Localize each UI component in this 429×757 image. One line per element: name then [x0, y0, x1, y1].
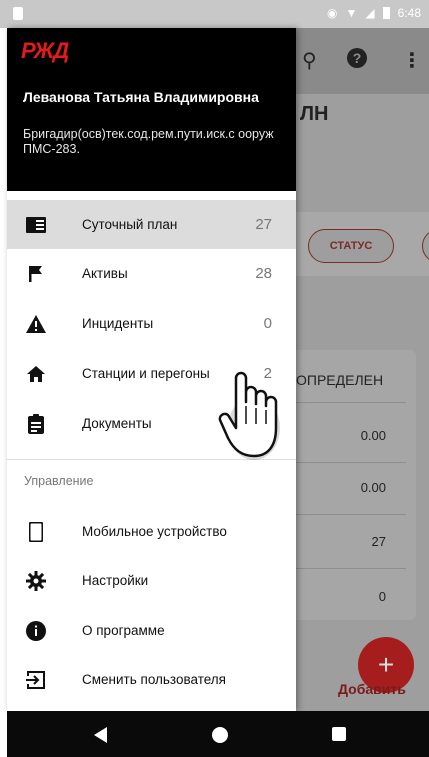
menu-item-assets[interactable]: Активы 28	[7, 249, 296, 298]
menu-item-label: Мобильное устройство	[82, 524, 227, 539]
rzd-logo: РЖД	[21, 38, 69, 63]
menu-item-label: Сменить пользователя	[82, 672, 226, 687]
help-icon[interactable]: ?	[347, 48, 367, 68]
daily-plan-icon	[25, 214, 47, 236]
more-icon[interactable]: ⋮	[402, 48, 422, 73]
menu-item-settings[interactable]: Настройки	[7, 556, 296, 605]
home-button-icon[interactable]	[212, 727, 228, 743]
menu-item-label: Настройки	[82, 573, 149, 588]
card-value: 0.00	[360, 428, 386, 443]
menu-item-mobile-device[interactable]: Мобильное устройство	[7, 507, 296, 556]
menu-item-count: 28	[255, 265, 272, 282]
phone-icon	[25, 521, 47, 543]
recents-icon[interactable]	[332, 727, 346, 741]
search-icon[interactable]: ⚲	[302, 48, 317, 73]
menu-item-count: 0	[263, 315, 272, 332]
wifi-icon: ▼	[345, 6, 358, 20]
signal-icon: ◢	[365, 6, 375, 20]
user-name: Леванова Татьяна Владимировна	[23, 89, 259, 105]
clock: 6:48	[397, 6, 421, 20]
menu-item-label: Документы	[82, 416, 152, 431]
menu-item-about[interactable]: О программе	[7, 606, 296, 655]
back-icon[interactable]	[94, 727, 107, 743]
menu-item-label: Инциденты	[82, 316, 154, 331]
card-value: 27	[371, 534, 386, 549]
location-icon: ◉	[327, 6, 338, 20]
status-bar: ◉ ▼ ◢ 6:48	[0, 0, 429, 28]
gear-icon	[25, 570, 47, 592]
menu-item-label: Станции и перегоны	[82, 366, 210, 381]
status-chip[interactable]: СТАТУС	[308, 229, 394, 263]
add-label[interactable]: Добавить	[338, 681, 406, 697]
switch-user-icon	[25, 669, 47, 691]
menu-item-count: 27	[255, 216, 272, 233]
battery-icon	[382, 7, 390, 19]
menu-item-label: О программе	[82, 623, 165, 638]
section-label: Управление	[24, 474, 94, 488]
info-icon	[25, 620, 47, 642]
menu-item-label: Суточный план	[82, 217, 178, 232]
system-nav-bar	[7, 711, 429, 757]
drawer-header: РЖД Леванова Татьяна Владимировна Бригад…	[7, 28, 296, 191]
menu-item-switch-user[interactable]: Сменить пользователя	[7, 655, 296, 704]
home-icon	[25, 363, 47, 385]
user-role: Бригадир(осв)тек.сод.рем.пути.иск.с оору…	[23, 127, 274, 156]
menu-item-label: Активы	[82, 266, 128, 281]
menu-item-daily-plan[interactable]: Суточный план 27	[7, 200, 296, 249]
card-value: 0	[378, 589, 386, 604]
page-title: ЛН	[300, 103, 329, 125]
card-header: ОПРЕДЕЛЕН	[296, 372, 384, 388]
notification-icon	[13, 7, 23, 20]
menu-item-incidents[interactable]: Инциденты 0	[7, 299, 296, 348]
hand-pointer-icon	[218, 371, 280, 460]
clipboard-icon	[25, 413, 47, 435]
flag-icon	[25, 263, 47, 285]
warning-icon	[25, 313, 47, 335]
card-value: 0.00	[360, 480, 386, 495]
